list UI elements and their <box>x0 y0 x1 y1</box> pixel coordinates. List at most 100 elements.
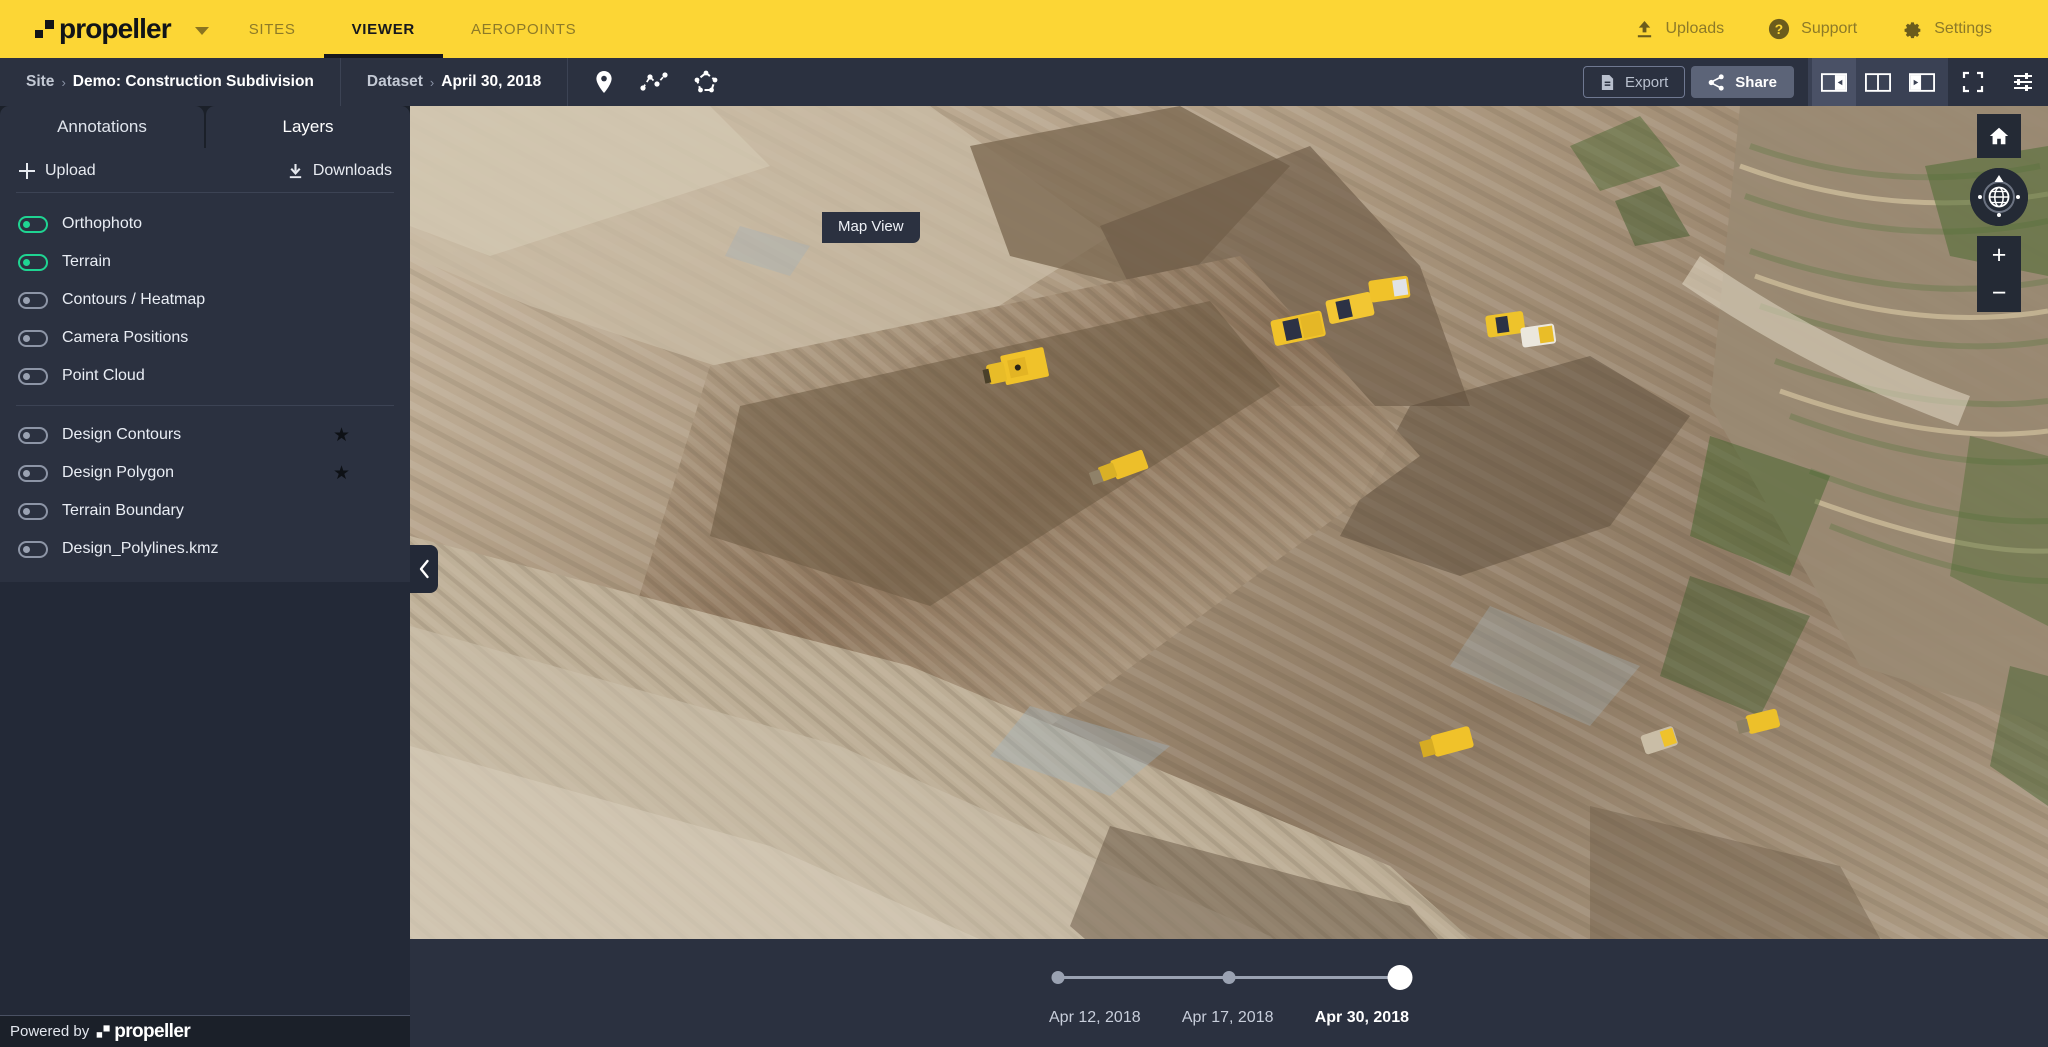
nav-action-uploads[interactable]: Uploads <box>1613 0 1746 58</box>
share-button-label: Share <box>1735 73 1777 91</box>
layer-row-design-contours[interactable]: Design Contours ★ <box>0 416 410 454</box>
share-button[interactable]: Share <box>1691 66 1794 98</box>
nav-tab-viewer[interactable]: VIEWER <box>323 0 444 58</box>
map-view-tooltip-label: Map View <box>838 218 904 235</box>
nav-action-settings-label: Settings <box>1934 20 1992 37</box>
layer-row-terrain-boundary[interactable]: Terrain Boundary <box>0 492 410 530</box>
breadcrumb-spacer <box>744 58 1583 106</box>
breadcrumb-bar: Site › Demo: Construction Subdivision Da… <box>0 58 2048 106</box>
propeller-logo[interactable]: propeller <box>34 13 172 44</box>
breadcrumb-actions: Export Share <box>1582 58 2048 106</box>
layer-toggle-orthophoto[interactable] <box>18 215 48 233</box>
timeline-node-0[interactable] <box>1051 971 1065 984</box>
nav-action-settings[interactable]: Settings <box>1879 0 2014 58</box>
home-button[interactable] <box>1977 114 2021 158</box>
top-navigation-bar: propeller SITES VIEWER AEROPOINTS Upload… <box>0 0 2048 58</box>
chevron-left-icon <box>419 559 429 579</box>
breadcrumb-site-value: Demo: Construction Subdivision <box>72 73 314 90</box>
view-mode-split-even[interactable] <box>1856 58 1900 106</box>
layer-label-design-contours: Design Contours <box>62 426 182 443</box>
layer-group-gap-2 <box>0 406 410 416</box>
polygon-icon[interactable] <box>694 70 718 94</box>
breadcrumb-extra-icons <box>1948 58 2048 106</box>
breadcrumb-dataset-prefix: Dataset <box>366 73 423 90</box>
gear-icon <box>1904 22 1921 39</box>
nav-tab-sites[interactable]: SITES <box>221 0 324 58</box>
layer-toggle-design-polygon[interactable] <box>18 464 48 482</box>
layer-toggle-design-polylines-kmz[interactable] <box>18 540 48 558</box>
share-nodes-icon <box>1708 73 1724 91</box>
nav-tab-aeropoints-label: AEROPOINTS <box>470 20 577 38</box>
downloads-button-label: Downloads <box>312 162 392 179</box>
annotation-tools <box>568 58 744 106</box>
tab-layers[interactable]: Layers <box>206 106 410 148</box>
breadcrumb-dataset-separator: › <box>429 74 435 90</box>
layer-label-terrain-boundary: Terrain Boundary <box>62 502 184 519</box>
map-viewport[interactable]: Map View + − <box>410 106 2048 1047</box>
layer-star-design-polygon[interactable]: ★ <box>333 464 350 483</box>
timeline-dock: Apr 12, 2018 Apr 17, 2018 Apr 30, 2018 <box>410 939 2048 1047</box>
export-button[interactable]: Export <box>1582 66 1686 98</box>
sidebar-collapse-button[interactable] <box>410 545 438 593</box>
timeline-label-2[interactable]: Apr 30, 2018 <box>1315 1009 1409 1027</box>
tab-annotations[interactable]: Annotations <box>0 106 204 148</box>
orthophoto-imagery <box>410 106 2048 1047</box>
layer-toggle-design-contours[interactable] <box>18 426 48 444</box>
sliders-icon[interactable] <box>1998 58 2048 106</box>
nav-action-support[interactable]: ? Support <box>1746 0 1879 58</box>
chevron-down-icon[interactable] <box>194 26 209 35</box>
download-icon <box>289 163 302 178</box>
layer-row-camera-positions[interactable]: Camera Positions <box>0 319 410 357</box>
layer-star-design-contours[interactable]: ★ <box>333 426 350 445</box>
view-mode-split-left[interactable] <box>1900 58 1944 106</box>
compass-navigator[interactable] <box>1970 168 2028 226</box>
nav-tab-aeropoints[interactable]: AEROPOINTS <box>443 0 604 58</box>
zoom-out-button[interactable]: − <box>1977 274 2021 312</box>
layer-row-terrain[interactable]: Terrain <box>0 243 410 281</box>
layers-panel-header: Upload Downloads <box>0 148 410 192</box>
brand-home-link[interactable]: propeller <box>0 0 221 58</box>
layer-row-orthophoto[interactable]: Orthophoto <box>0 205 410 243</box>
timeline-node-2-current[interactable] <box>1387 965 1413 990</box>
layer-list: Orthophoto Terrain Contours / Heatmap Ca… <box>0 193 410 568</box>
breadcrumb-site[interactable]: Site › Demo: Construction Subdivision <box>0 58 341 106</box>
help-circle-icon: ? <box>1769 18 1790 40</box>
layer-row-point-cloud[interactable]: Point Cloud <box>0 357 410 395</box>
zoom-in-button[interactable]: + <box>1977 236 2021 274</box>
view-mode-split-right[interactable] <box>1812 58 1856 106</box>
brand-wordmark: propeller <box>59 13 172 44</box>
home-icon <box>1989 127 2009 145</box>
layer-label-orthophoto: Orthophoto <box>62 215 143 232</box>
sidebar-empty-area <box>0 581 410 1015</box>
layer-toggle-contours-heatmap[interactable] <box>18 291 48 309</box>
polyline-icon[interactable] <box>640 71 668 93</box>
layer-label-terrain: Terrain <box>62 253 111 270</box>
layer-row-design-polylines-kmz[interactable]: Design_Polylines.kmz <box>0 530 410 568</box>
point-marker-icon[interactable] <box>594 70 614 94</box>
timeline-node-1[interactable] <box>1222 971 1236 984</box>
layer-row-design-polygon[interactable]: Design Polygon ★ <box>0 454 410 492</box>
sidebar-tabs: Annotations Layers <box>0 106 410 148</box>
layers-panel: Upload Downloads Orthophoto Terrain Cont… <box>0 148 410 582</box>
layer-toggle-terrain[interactable] <box>18 253 48 271</box>
breadcrumb-dataset-value: April 30, 2018 <box>441 73 542 90</box>
layer-label-design-polygon: Design Polygon <box>62 464 175 481</box>
layer-toggle-camera-positions[interactable] <box>18 329 48 347</box>
export-button-label: Export <box>1624 73 1669 91</box>
layer-toggle-point-cloud[interactable] <box>18 367 48 385</box>
timeline-slider[interactable]: Apr 12, 2018 Apr 17, 2018 Apr 30, 2018 <box>1049 959 1413 1027</box>
fullscreen-icon[interactable] <box>1948 58 1998 106</box>
downloads-button[interactable]: Downloads <box>287 162 392 180</box>
upload-button[interactable]: Upload <box>18 162 96 180</box>
timeline-label-0[interactable]: Apr 12, 2018 <box>1049 1009 1141 1027</box>
plus-icon <box>19 163 35 179</box>
powered-by-text: Powered by <box>10 1023 90 1040</box>
layer-toggle-terrain-boundary[interactable] <box>18 502 48 520</box>
layer-row-contours-heatmap[interactable]: Contours / Heatmap <box>0 281 410 319</box>
breadcrumb-dataset[interactable]: Dataset › April 30, 2018 <box>341 58 569 106</box>
layer-group-gap <box>0 395 410 405</box>
timeline-label-1[interactable]: Apr 17, 2018 <box>1182 1009 1274 1027</box>
timeline-labels: Apr 12, 2018 Apr 17, 2018 Apr 30, 2018 <box>1049 1009 1409 1027</box>
breadcrumb-site-prefix: Site <box>26 73 55 90</box>
